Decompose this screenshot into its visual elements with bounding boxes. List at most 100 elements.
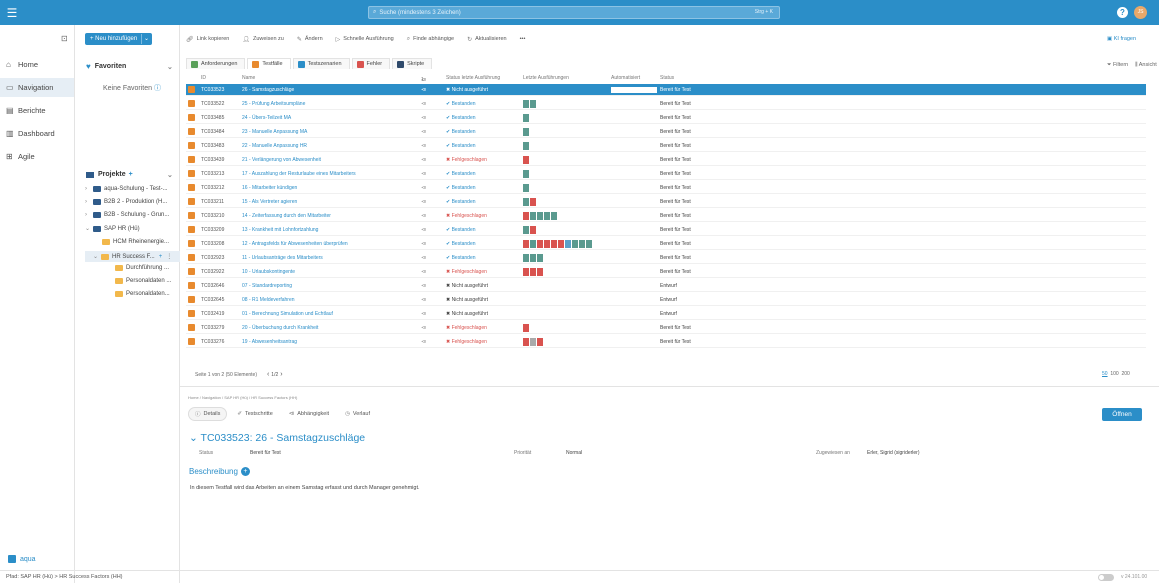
prev-page-icon[interactable]: ‹ — [267, 371, 269, 378]
page-size-option[interactable]: 50 — [1102, 371, 1108, 377]
run-result-block[interactable] — [530, 240, 536, 248]
row-name[interactable]: 17 - Auszahlung der Resturlaube eines Mi… — [242, 171, 356, 177]
priority-value[interactable]: Normal — [566, 450, 582, 456]
row-id[interactable]: TC033212 — [201, 185, 224, 191]
row-id[interactable]: TC033484 — [201, 129, 224, 135]
dependency-icon[interactable]: ⧏ — [421, 241, 426, 247]
detail-divider[interactable] — [180, 386, 1159, 387]
table-row[interactable]: TC033485 24 - Übers-Teilzeit MA ⧏ ✔ Bestand… — [186, 112, 1146, 124]
add-icon[interactable]: + — [159, 254, 163, 260]
row-id[interactable]: TC033523 — [201, 87, 224, 93]
run-result-block[interactable] — [523, 198, 529, 206]
row-name[interactable]: 25 - Prüfung Arbeitsumpläne — [242, 101, 305, 107]
dependency-icon[interactable]: ⧏ — [421, 213, 426, 219]
dependency-icon[interactable]: ⧏ — [421, 199, 426, 205]
tree-item[interactable]: › B2B - Schulung - Grun... — [85, 212, 169, 218]
col-last-status[interactable]: Status letzte Ausführung — [446, 75, 500, 81]
next-page-icon[interactable]: › — [280, 371, 282, 378]
open-button[interactable]: Öffnen — [1102, 408, 1142, 421]
tree-item-selected[interactable]: ⌄ HR Success F... + ⋮ — [85, 251, 180, 262]
run-result-block[interactable] — [530, 254, 536, 262]
tab-abhaengigkeit[interactable]: ⧏ Abhängigkeit — [283, 407, 335, 421]
row-name[interactable]: 01 - Berechnung Simulation und Echtlauf — [242, 311, 333, 317]
run-result-block[interactable] — [523, 114, 529, 122]
run-result-block[interactable] — [551, 212, 557, 220]
dependency-icon[interactable]: ⧏ — [421, 129, 426, 135]
run-result-block[interactable] — [523, 156, 529, 164]
more-button[interactable]: ••• — [520, 36, 526, 42]
tree-item[interactable]: ⌄ SAP HR (Hü) — [85, 225, 140, 232]
row-id[interactable]: TC033276 — [201, 339, 224, 345]
status-value[interactable]: Bereit für Test — [250, 450, 281, 456]
row-name[interactable]: 23 - Manuelle Anpassung MA — [242, 129, 307, 135]
search-input[interactable]: ⌕ Suche (mindestens 3 Zeichen) Strg + K — [368, 6, 780, 19]
dependency-icon[interactable]: ⧏ — [421, 185, 426, 191]
run-result-block[interactable] — [530, 212, 536, 220]
row-name[interactable]: 26 - Samstagzuschläge — [242, 87, 294, 93]
row-name[interactable]: 24 - Übers-Teilzeit MA — [242, 115, 291, 121]
add-new-button[interactable]: + Neu hinzufügen ⌄ — [85, 33, 152, 45]
run-result-block[interactable] — [523, 240, 529, 248]
row-name[interactable]: 11 - Urlaubsanträge des Mitarbeiters — [242, 255, 323, 261]
dependency-icon[interactable]: ⧏ — [421, 339, 426, 345]
run-result-block[interactable] — [523, 268, 529, 276]
dependency-icon[interactable]: ⧏ — [421, 325, 426, 331]
run-result-block[interactable] — [537, 240, 543, 248]
row-name[interactable]: 19 - Abwesenheitsantrag — [242, 339, 297, 345]
table-row[interactable]: TC033208 12 - Antragsfelds für Abwesenhei… — [186, 238, 1146, 250]
assign-button[interactable]: 👤︎ Zuweisen zu — [242, 36, 284, 43]
help-icon[interactable]: ? — [1117, 7, 1128, 18]
tab-testfaelle[interactable]: Testfälle — [247, 58, 291, 69]
run-result-block[interactable] — [523, 338, 529, 346]
table-row[interactable]: TC032419 01 - Berechnung Simulation und E… — [186, 308, 1146, 320]
row-name[interactable]: 15 - Als Vertreter agieren — [242, 199, 297, 205]
quick-run-button[interactable]: ▷ Schnelle Ausführung — [336, 36, 394, 43]
run-result-block[interactable] — [544, 212, 550, 220]
theme-toggle[interactable] — [1098, 574, 1114, 581]
col-last-runs[interactable]: Letzte Ausführungen — [523, 75, 569, 81]
row-id[interactable]: TC033209 — [201, 227, 224, 233]
row-name[interactable]: 10 - Urlaubskontingente — [242, 269, 295, 275]
nav-dashboard[interactable]: ▥ Dashboard — [0, 124, 74, 143]
chevron-right-icon[interactable]: › — [85, 186, 93, 192]
run-result-block[interactable] — [523, 128, 529, 136]
chevron-down-icon[interactable]: ⌄ — [189, 432, 198, 444]
row-id[interactable]: TC033279 — [201, 325, 224, 331]
dependency-icon[interactable]: ⧏ — [421, 283, 426, 289]
tree-item[interactable]: › B2B 2 - Produktion (H... — [85, 199, 167, 205]
breadcrumb[interactable]: Home / Navigation / SAP HR (Hü) / HR Suc… — [188, 395, 297, 400]
table-row[interactable]: TC033209 13 - Krankheit mit Lohnfortzahlu… — [186, 224, 1146, 236]
projects-header[interactable]: Projekte + ⌄ — [86, 171, 173, 179]
row-name[interactable]: 12 - Antragsfelds für Abwesenheiten über… — [242, 241, 348, 247]
tab-skripte[interactable]: Skripte — [392, 58, 433, 69]
copy-link-button[interactable]: 🔗︎ Link kopieren — [186, 36, 229, 43]
tree-item[interactable]: Personaldaten... — [115, 291, 170, 297]
filter-button[interactable]: ⏷ Filtern — [1107, 62, 1128, 69]
collapse-icon[interactable]: ⊡ — [61, 34, 68, 43]
table-row[interactable]: TC032646 07 - Standardreporting ⧏ ✖ Nicht a… — [186, 280, 1146, 292]
run-result-block[interactable] — [530, 268, 536, 276]
run-result-block[interactable] — [523, 324, 529, 332]
find-dependent-button[interactable]: ⌕ Finde abhängige — [407, 36, 454, 43]
nav-navigation[interactable]: ▭ Navigation — [0, 78, 74, 97]
run-result-block[interactable] — [551, 240, 557, 248]
row-name[interactable]: 13 - Krankheit mit Lohnfortzahlung — [242, 227, 318, 233]
dependency-icon[interactable]: ⧏ — [421, 311, 426, 317]
table-row[interactable]: TC032923 11 - Urlaubsanträge des Mitarbei… — [186, 252, 1146, 264]
edit-button[interactable]: ✎ Ändern — [297, 36, 323, 43]
row-id[interactable]: TC033213 — [201, 171, 224, 177]
table-row[interactable]: TC033484 23 - Manuelle Anpassung MA ⧏ ✔ Bes… — [186, 126, 1146, 138]
tab-testschritte[interactable]: ✐ Testschritte — [231, 407, 278, 421]
nav-home[interactable]: ⌂ Home — [0, 55, 74, 74]
add-icon[interactable]: + — [240, 467, 250, 476]
row-name[interactable]: 20 - Überbuchung durch Krankheit — [242, 325, 318, 331]
run-result-block[interactable] — [530, 338, 536, 346]
tree-item[interactable]: HCM Rheinenergie... — [102, 239, 169, 245]
row-name[interactable]: 22 - Manuelle Anpassung HR — [242, 143, 307, 149]
run-result-block[interactable] — [586, 240, 592, 248]
table-row[interactable]: TC033212 16 - Mitarbeiter kündigen ⧏ ✔ Best… — [186, 182, 1146, 194]
col-id[interactable]: ID — [201, 75, 206, 81]
run-result-block[interactable] — [523, 184, 529, 192]
table-row[interactable]: TC033483 22 - Manuelle Anpassung HR ⧏ ✔ Bes… — [186, 140, 1146, 152]
dependency-icon[interactable]: ⧏ — [421, 101, 426, 107]
